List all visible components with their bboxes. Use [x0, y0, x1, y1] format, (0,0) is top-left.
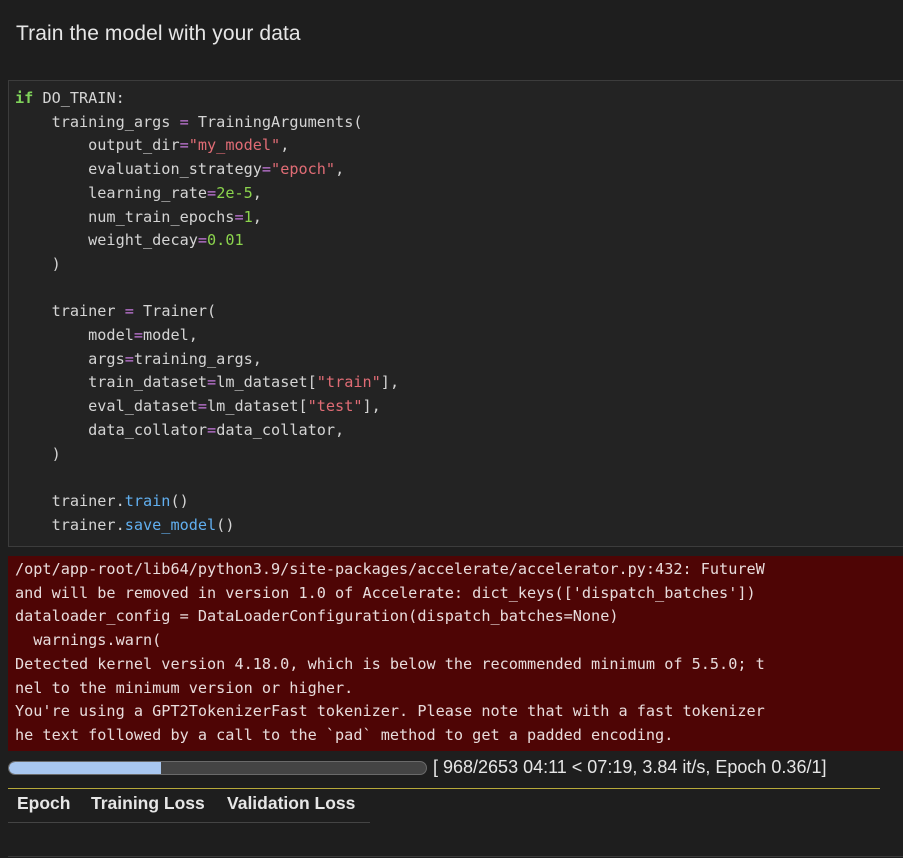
- cell-divider: [8, 856, 903, 857]
- markdown-heading: Train the model with your data: [16, 22, 301, 45]
- code-line: ): [15, 254, 61, 273]
- column-header-training-loss: Training Loss: [91, 793, 205, 813]
- stderr-line: and will be removed in version 1.0 of Ac…: [15, 583, 756, 602]
- code-line: num_train_epochs=1,: [15, 207, 262, 226]
- code-line: trainer.save_model(): [15, 515, 235, 534]
- code-line: eval_dataset=lm_dataset["test"],: [15, 397, 381, 416]
- stderr-output: /opt/app-root/lib64/python3.9/site-packa…: [8, 556, 903, 751]
- code-line: evaluation_strategy="epoch",: [15, 160, 345, 179]
- code-line: model=model,: [15, 326, 198, 345]
- code-line: training_args = TrainingArguments(: [15, 112, 363, 131]
- code-line: args=training_args,: [15, 349, 262, 368]
- stderr-line: warnings.warn(: [15, 631, 162, 650]
- code-line: trainer.train(): [15, 491, 189, 510]
- code-line: learning_rate=2e-5,: [15, 183, 262, 202]
- code-line: if DO_TRAIN:: [15, 89, 125, 107]
- code-line: train_dataset=lm_dataset["train"],: [15, 373, 400, 392]
- column-header-validation-loss: Validation Loss: [227, 793, 356, 813]
- stderr-line: dataloader_config = DataLoaderConfigurat…: [15, 607, 619, 626]
- code-line: ): [15, 444, 61, 463]
- code-line: trainer = Trainer(: [15, 302, 217, 321]
- stderr-text: /opt/app-root/lib64/python3.9/site-packa…: [15, 558, 765, 748]
- column-header-epoch: Epoch: [17, 793, 71, 813]
- code-line: data_collator=data_collator,: [15, 420, 345, 439]
- stderr-line: You're using a GPT2TokenizerFast tokeniz…: [15, 702, 765, 721]
- training-progress-bar: [8, 761, 427, 775]
- code-cell[interactable]: if DO_TRAIN: training_args = TrainingArg…: [8, 80, 903, 547]
- progress-fill: [9, 762, 162, 774]
- progress-status-text: [ 968/2653 04:11 < 07:19, 3.84 it/s, Epo…: [433, 757, 827, 777]
- code-editor[interactable]: if DO_TRAIN: training_args = TrainingArg…: [15, 87, 399, 537]
- stderr-line: /opt/app-root/lib64/python3.9/site-packa…: [15, 560, 765, 578]
- output-divider: [8, 788, 880, 789]
- metrics-table-header: Epoch Training Loss Validation Loss: [8, 792, 370, 823]
- stderr-line: nel to the minimum version or higher.: [15, 678, 354, 697]
- stderr-line: Detected kernel version 4.18.0, which is…: [15, 654, 765, 673]
- code-line: weight_decay=0.01: [15, 231, 244, 250]
- code-line: output_dir="my_model",: [15, 136, 290, 155]
- stderr-line: he text followed by a call to the `pad` …: [15, 725, 674, 744]
